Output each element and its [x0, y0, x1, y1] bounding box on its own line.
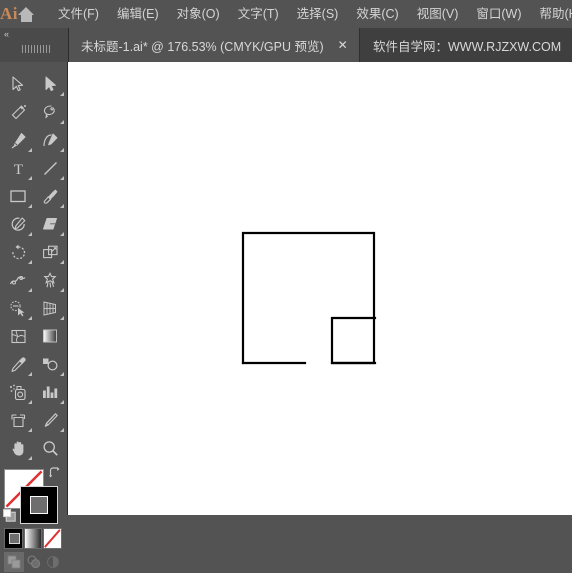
menu-bar: Ai 文件(F)编辑(E)对象(O)文字(T)选择(S)效果(C)视图(V)窗口… [0, 0, 572, 28]
swap-fill-stroke-icon[interactable] [48, 467, 62, 481]
slice-tool[interactable] [34, 406, 66, 434]
menu-type[interactable]: 文字(T) [229, 0, 288, 28]
close-icon[interactable]: ✕ [324, 28, 359, 62]
gradient-tool[interactable] [34, 322, 66, 350]
mesh-tool[interactable] [2, 322, 34, 350]
tab-bar: « 未标题-1.ai* @ 176.53% (CMYK/GPU 预览) ✕ 软件… [0, 28, 572, 62]
collapse-panel-icon[interactable]: « [4, 29, 8, 40]
illustrator-window: Ai 文件(F)编辑(E)对象(O)文字(T)选择(S)效果(C)视图(V)窗口… [0, 0, 572, 515]
menu-file[interactable]: 文件(F) [49, 0, 108, 28]
selection-tool[interactable] [2, 70, 34, 98]
blend-tool[interactable] [34, 350, 66, 378]
menu-select[interactable]: 选择(S) [288, 0, 348, 28]
menu-edit[interactable]: 编辑(E) [108, 0, 168, 28]
pen-tool[interactable] [2, 126, 34, 154]
menu-items: 文件(F)编辑(E)对象(O)文字(T)选择(S)效果(C)视图(V)窗口(W)… [49, 0, 572, 28]
none-slash-icon [44, 529, 61, 548]
column-graph-tool[interactable] [34, 378, 66, 406]
home-icon[interactable] [18, 0, 35, 28]
direct-selection-tool[interactable] [34, 70, 66, 98]
color-mode-color-inner [9, 533, 20, 544]
menu-view[interactable]: 视图(V) [408, 0, 468, 28]
menu-effect[interactable]: 效果(C) [347, 0, 407, 28]
stroke-swatch-inner [30, 496, 48, 514]
width-tool[interactable] [2, 266, 34, 294]
menu-help[interactable]: 帮助(H) [531, 0, 572, 28]
fill-stroke-controls [0, 465, 67, 527]
artboard-tool[interactable] [2, 406, 34, 434]
shape-builder-tool[interactable] [2, 294, 34, 322]
paintbrush-tool[interactable] [34, 182, 66, 210]
symbol-sprayer-tool[interactable] [2, 378, 34, 406]
watermark-text: 软件自学网：WWW.RJZXW.COM [360, 28, 561, 62]
color-mode-row [4, 528, 63, 550]
stroke-swatch[interactable] [20, 486, 58, 524]
artwork-layer [68, 62, 572, 515]
shaper-tool[interactable] [2, 210, 34, 238]
lasso-tool[interactable] [34, 98, 66, 126]
document-tab-title: 未标题-1.ai* @ 176.53% (CMYK/GPU 预览) [81, 36, 324, 55]
perspective-grid-tool[interactable] [34, 294, 66, 322]
ai-logo: Ai [0, 0, 18, 28]
large-rectangle-path [243, 233, 374, 363]
svg-text:T: T [13, 162, 22, 177]
zoom-tool[interactable] [34, 434, 66, 462]
type-tool[interactable]: T [2, 154, 34, 182]
tools-panel: T [0, 62, 68, 515]
draw-normal-mode[interactable] [4, 552, 24, 572]
toolbar-drag-grip[interactable] [22, 45, 50, 53]
eyedropper-tool[interactable] [2, 350, 34, 378]
color-mode-color[interactable] [4, 528, 23, 549]
line-segment-tool[interactable] [34, 154, 66, 182]
document-tab[interactable]: 未标题-1.ai* @ 176.53% (CMYK/GPU 预览) ✕ [69, 28, 360, 62]
rotate-tool[interactable] [2, 238, 34, 266]
scale-tool[interactable] [34, 238, 66, 266]
menu-object[interactable]: 对象(O) [168, 0, 229, 28]
magic-wand-tool[interactable] [2, 98, 34, 126]
menu-window[interactable]: 窗口(W) [467, 0, 530, 28]
artboard-canvas[interactable] [68, 62, 572, 515]
rectangle-tool[interactable] [2, 182, 34, 210]
hand-tool[interactable] [2, 434, 34, 462]
small-rectangle-path [332, 318, 375, 363]
draw-inside-mode[interactable] [43, 552, 63, 572]
default-fill-stroke-icon[interactable] [3, 509, 16, 522]
draw-behind-mode[interactable] [24, 552, 44, 572]
color-mode-gradient[interactable] [24, 528, 43, 549]
color-mode-none[interactable] [43, 528, 62, 549]
draw-mode-row [4, 552, 63, 573]
toolbar-collapse-zone[interactable]: « [0, 28, 69, 62]
free-transform-tool[interactable] [34, 266, 66, 294]
eraser-tool[interactable] [34, 210, 66, 238]
curvature-tool[interactable] [34, 126, 66, 154]
